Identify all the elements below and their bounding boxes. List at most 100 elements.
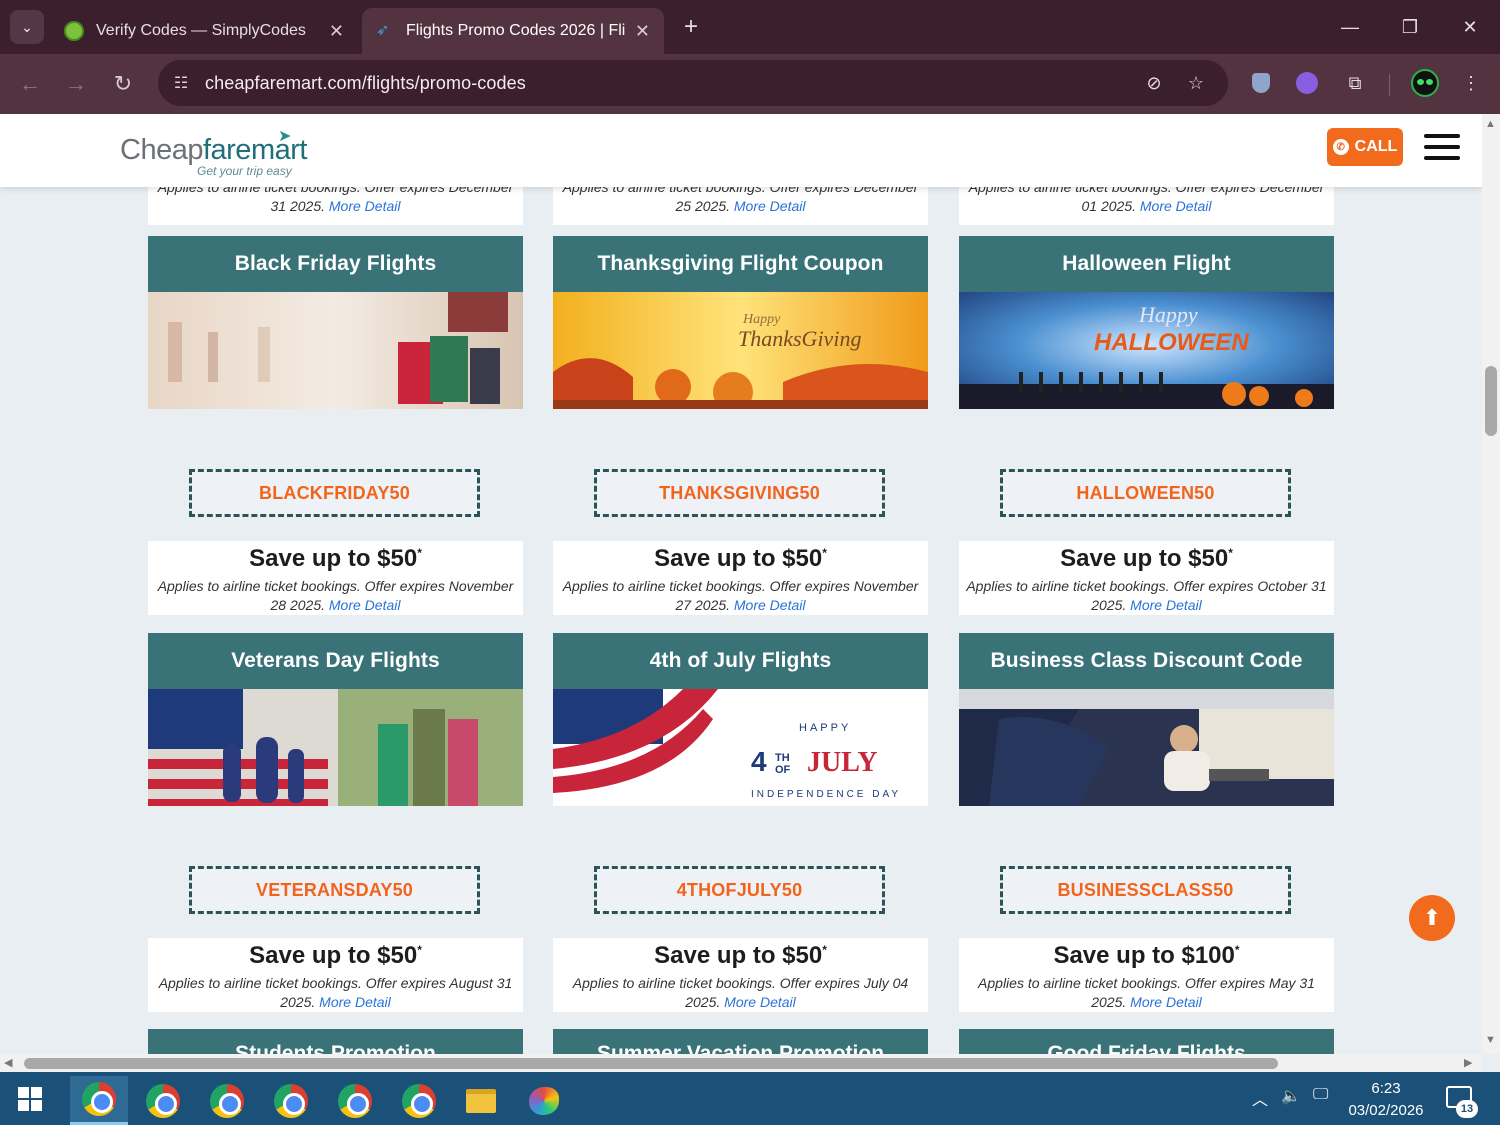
call-button[interactable]: ✆ CALL	[1327, 128, 1403, 166]
taskbar-clock[interactable]: 6:23 03/02/2026	[1340, 1078, 1432, 1122]
savings-headline: Save up to $100*	[1053, 942, 1240, 969]
more-detail-link[interactable]: More Detail	[1130, 597, 1202, 613]
chrome-profile-6-icon[interactable]	[390, 1076, 448, 1125]
promo-card-4th-of-july: 4th of July Flights HAPPY 4 TH OF JULY I…	[553, 633, 928, 1012]
more-detail-link[interactable]: More Detail	[1130, 994, 1202, 1010]
tab-title: Verify Codes — SimplyCodes	[96, 22, 306, 39]
paint-icon[interactable]	[515, 1076, 573, 1125]
halloween-image: Happy HALLOWEEN	[959, 292, 1334, 409]
chrome-profile-3-icon[interactable]	[198, 1076, 256, 1125]
vertical-scrollbar[interactable]: ▲ ▼	[1482, 114, 1500, 1054]
promo-code[interactable]: 4THOFJULY50	[594, 866, 885, 914]
file-explorer-icon[interactable]	[452, 1076, 510, 1125]
svg-text:ThanksGiving: ThanksGiving	[738, 326, 861, 351]
card-title: Business Class Discount Code	[959, 633, 1334, 689]
more-detail-link[interactable]: More Detail	[734, 597, 806, 613]
card-title-partial: Students Promotion	[148, 1029, 523, 1054]
thanksgiving-image: Happy ThanksGiving	[553, 292, 928, 409]
more-detail-link[interactable]: More Detail	[329, 198, 401, 214]
promo-card-thanksgiving: Thanksgiving Flight Coupon Happy ThanksG…	[553, 236, 928, 615]
savings-headline: Save up to $50*	[249, 545, 422, 572]
more-detail-link[interactable]: More Detail	[329, 597, 401, 613]
tray-chevron-up-icon[interactable]: ︿	[1252, 1086, 1268, 1110]
arrow-up-icon: ⬆	[1422, 905, 1442, 930]
more-detail-link[interactable]: More Detail	[724, 994, 796, 1010]
svg-text:4: 4	[751, 746, 767, 777]
promo-code[interactable]: VETERANSDAY50	[189, 866, 480, 914]
scroll-left-arrow-icon[interactable]: ◀	[4, 1056, 12, 1069]
scrollbar-thumb[interactable]	[24, 1058, 1278, 1069]
promo-code[interactable]: HALLOWEEN50	[1000, 469, 1291, 517]
eye-off-icon[interactable]: ⊘	[1142, 71, 1166, 95]
svg-text:Happy: Happy	[742, 312, 781, 327]
reload-icon[interactable]: ↻	[107, 68, 139, 100]
chrome-profile-4-icon[interactable]	[262, 1076, 320, 1125]
address-bar[interactable]: ☷ cheapfaremart.com/flights/promo-codes …	[158, 60, 1228, 106]
veterans-day-image	[148, 689, 523, 806]
tab-search-icon[interactable]: ⌄	[10, 10, 44, 44]
more-menu-icon[interactable]: ⋮	[1456, 68, 1486, 98]
tab-cheapfaremart[interactable]: ➶ Flights Promo Codes 2026 | Flig ✕	[362, 8, 664, 54]
savings-headline: Save up to $50*	[1060, 545, 1233, 572]
network-icon[interactable]: 🖵	[1313, 1086, 1328, 1104]
card-title: 4th of July Flights	[553, 633, 928, 689]
close-tab-icon[interactable]: ✕	[329, 21, 344, 42]
site-settings-icon[interactable]: ☷	[170, 72, 192, 94]
card-title: Halloween Flight	[959, 236, 1334, 292]
purple-extension-icon[interactable]	[1292, 68, 1322, 98]
volume-icon[interactable]: 🔈	[1281, 1086, 1301, 1106]
windows-taskbar: ︿ 🔈 🖵 6:23 03/02/2026 13	[0, 1072, 1500, 1125]
promo-code[interactable]: THANKSGIVING50	[594, 469, 885, 517]
more-detail-link[interactable]: More Detail	[1140, 198, 1212, 214]
browser-tab-strip: ⌄ Verify Codes — SimplyCodes ✕ ➶ Flights…	[0, 0, 1500, 54]
svg-text:TH: TH	[775, 752, 790, 764]
clock-date: 03/02/2026	[1348, 1102, 1424, 1119]
horizontal-scrollbar[interactable]: ◀ ▶	[0, 1054, 1482, 1072]
url-text[interactable]: cheapfaremart.com/flights/promo-codes	[205, 73, 526, 94]
scroll-to-top-button[interactable]: ⬆	[1409, 895, 1455, 941]
tab-simplycodes[interactable]: Verify Codes — SimplyCodes ✕	[50, 8, 358, 54]
promo-code[interactable]: BUSINESSCLASS50	[1000, 866, 1291, 914]
offer-fine-print: Applies to airline ticket bookings. Offe…	[978, 975, 1315, 1010]
extensions-puzzle-icon[interactable]: ⧉	[1340, 68, 1370, 98]
svg-text:INDEPENDENCE DAY: INDEPENDENCE DAY	[751, 789, 901, 800]
offer-fine-print: Applies to airline ticket bookings. Offe…	[966, 578, 1327, 613]
minimize-icon[interactable]: —	[1330, 10, 1370, 44]
business-class-image	[959, 689, 1334, 806]
card-title-partial: Summer Vacation Promotion	[553, 1029, 928, 1054]
card-title: Veterans Day Flights	[148, 633, 523, 689]
scroll-down-arrow-icon[interactable]: ▼	[1485, 1034, 1496, 1046]
windows-start-icon[interactable]	[18, 1087, 42, 1111]
card-title-partial: Good Friday Flights	[959, 1029, 1334, 1054]
offer-fine-print: Applies to airline ticket bookings. Offe…	[158, 975, 513, 1010]
scroll-up-arrow-icon[interactable]: ▲	[1485, 118, 1496, 130]
back-icon[interactable]: ←	[14, 68, 46, 100]
hamburger-menu-icon[interactable]	[1424, 134, 1460, 160]
shield-extension-icon[interactable]	[1246, 68, 1276, 98]
svg-text:HALLOWEEN: HALLOWEEN	[1094, 329, 1249, 356]
new-tab-icon[interactable]: +	[676, 12, 706, 42]
chrome-profile-1-icon[interactable]	[70, 1076, 128, 1125]
scroll-right-arrow-icon[interactable]: ▶	[1464, 1056, 1472, 1069]
more-detail-link[interactable]: More Detail	[734, 198, 806, 214]
offer-fine-print: Applies to airline ticket bookings. Offe…	[562, 578, 919, 613]
promo-code[interactable]: BLACKFRIDAY50	[189, 469, 480, 517]
scrollbar-thumb[interactable]	[1485, 366, 1497, 436]
chrome-profile-5-icon[interactable]	[326, 1076, 384, 1125]
notification-count-badge: 13	[1456, 1100, 1478, 1118]
black-friday-image	[148, 292, 523, 409]
chrome-profile-2-icon[interactable]	[134, 1076, 192, 1125]
cheapfaremart-logo[interactable]: Cheapfaremart ➤ Get your trip easy	[120, 128, 310, 178]
logo-tagline: Get your trip easy	[197, 164, 292, 178]
more-detail-link[interactable]: More Detail	[319, 994, 391, 1010]
close-window-icon[interactable]: ✕	[1450, 10, 1490, 44]
svg-text:HAPPY: HAPPY	[799, 722, 851, 734]
close-tab-icon[interactable]: ✕	[635, 21, 650, 42]
restore-icon[interactable]: ❐	[1390, 10, 1430, 44]
savings-headline: Save up to $50*	[249, 942, 422, 969]
profile-avatar-icon[interactable]	[1410, 68, 1440, 98]
code-area: BLACKFRIDAY50	[148, 409, 523, 541]
forward-icon[interactable]: →	[60, 68, 92, 100]
bookmark-star-icon[interactable]: ☆	[1184, 71, 1208, 95]
code-area: BUSINESSCLASS50	[959, 806, 1334, 938]
